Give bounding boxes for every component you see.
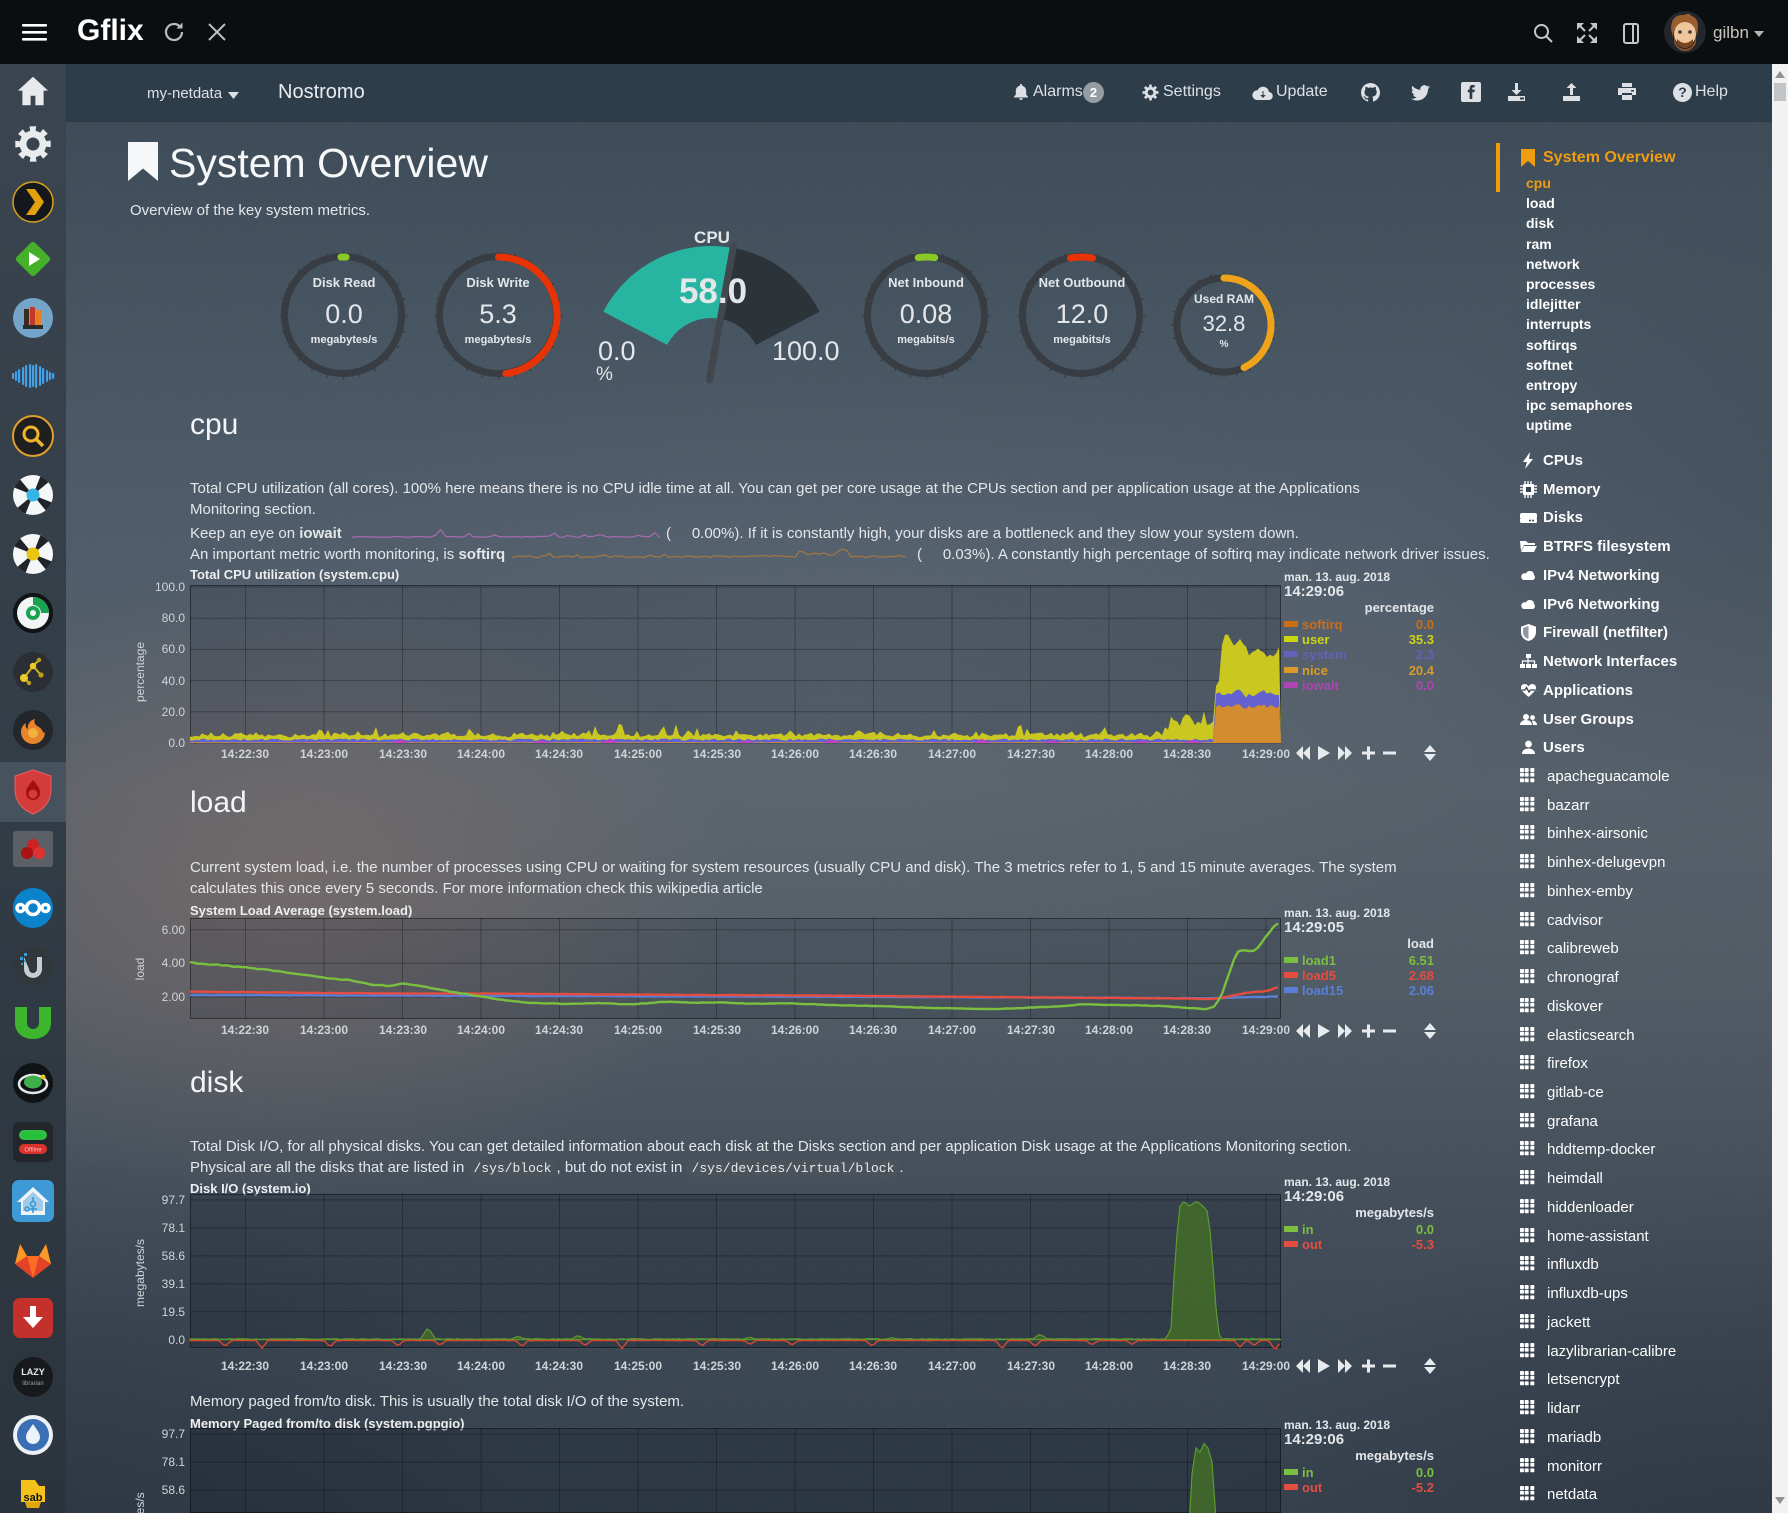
svg-text:Offline: Offline [24, 1148, 42, 1154]
svg-text:sab: sab [24, 1492, 43, 1504]
svg-text:Online: Online [24, 1134, 42, 1140]
svg-text:librarian: librarian [22, 1381, 43, 1387]
svg-text:LAZY: LAZY [21, 1367, 45, 1377]
